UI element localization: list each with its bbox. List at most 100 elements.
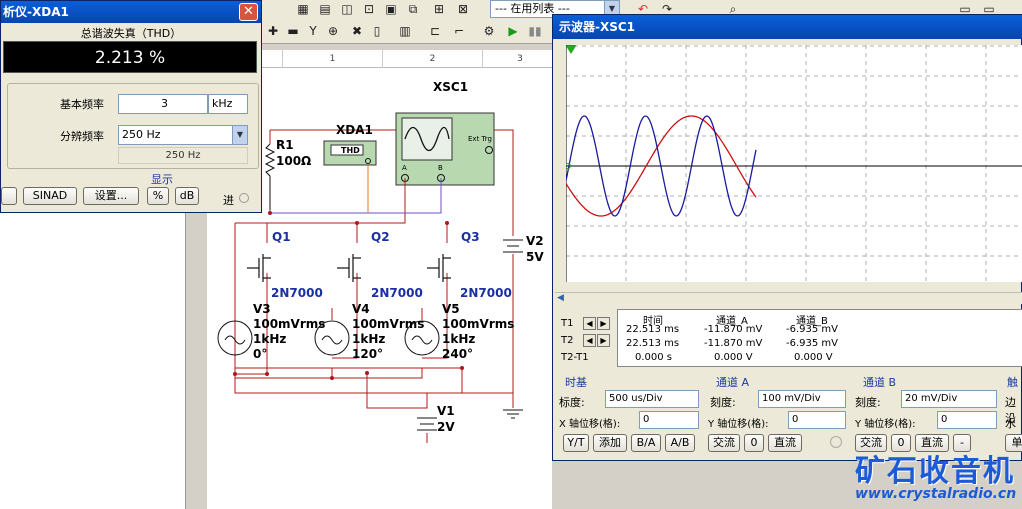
channel-b-scale-label: 刻度: — [855, 396, 881, 409]
ext-trg-label: Ext Trg — [468, 135, 492, 143]
channel-b-group: 通道 B 刻度: 20 mV/Div Y 轴位移(格): 0 交流 0 直流 - — [853, 374, 1001, 454]
mixed-icon[interactable]: ✖ — [348, 22, 366, 40]
book-icon[interactable]: ▣ — [382, 0, 400, 18]
channel-a-group: 通道 A 刻度: 100 mV/Div Y 轴位移(格): 0 交流 0 直流 — [706, 374, 848, 454]
scroll-left-icon[interactable]: ◀ — [557, 293, 564, 303]
v3-freq: 1kHz — [253, 332, 287, 346]
q3-label: Q3 — [461, 230, 480, 244]
channel-a-ypos-input[interactable]: 0 — [788, 411, 846, 429]
db-button[interactable]: dB — [175, 187, 199, 205]
close-icon[interactable]: ✕ — [239, 3, 258, 21]
v5-vrms: 100mVrms — [442, 317, 515, 331]
chart-icon[interactable]: ⊡ — [360, 0, 378, 18]
t1-time: 22.513 ms — [626, 324, 680, 335]
channel-a-scale-label: 刻度: — [710, 396, 736, 409]
meter-icon[interactable]: ▬ — [284, 22, 302, 40]
watermark-logo: 矿石收音机 — [855, 454, 1015, 489]
display-group-label: 显示 — [151, 173, 173, 186]
connector-icon[interactable]: ⌐ — [450, 22, 468, 40]
diode-icon[interactable]: ▯ — [368, 22, 386, 40]
pause-icon[interactable]: ▮▮ — [526, 22, 544, 40]
v1-label: V1 — [437, 404, 455, 418]
ch-a-label: A — [402, 164, 407, 172]
channel-a-terminal-icon[interactable] — [830, 436, 842, 448]
channel-b-ypos-input[interactable]: 0 — [937, 411, 997, 429]
print-icon[interactable]: ▥ — [396, 22, 414, 40]
fundamental-input[interactable]: 3 — [118, 94, 208, 114]
ch-b-label: B — [438, 164, 443, 172]
channel-a-scale-input[interactable]: 100 mV/Div — [758, 390, 846, 408]
ba-button[interactable]: B/A — [631, 434, 661, 452]
resistor-r1[interactable] — [264, 143, 276, 210]
resolution-readout: 250 Hz — [118, 147, 248, 164]
gear-icon[interactable]: ⚙ — [480, 22, 498, 40]
v4-vrms: 100mVrms — [352, 317, 425, 331]
chevron-down-icon[interactable]: ▼ — [232, 126, 247, 144]
thd-header: 总谐波失真（THD） — [80, 27, 182, 40]
sinad-button[interactable]: SINAD — [23, 187, 77, 205]
channel-a-ypos-label: Y 轴位移(格): — [708, 419, 769, 430]
percent-button[interactable]: % — [147, 187, 169, 205]
t1-right-arrow-icon[interactable]: ▶ — [597, 317, 610, 330]
channel-b-scale-input[interactable]: 20 mV/Div — [901, 390, 997, 408]
q2-label: Q2 — [371, 230, 390, 244]
watermark-url: www.crystalradio.cn — [855, 486, 1017, 502]
t2-right-arrow-icon[interactable]: ▶ — [597, 334, 610, 347]
t1-label: T1 — [561, 318, 574, 329]
grid-icon[interactable]: ▦ — [294, 0, 312, 18]
tree-icon[interactable]: ⊞ — [430, 0, 448, 18]
source-icon[interactable]: ⊕ — [324, 22, 342, 40]
t2-ch-a: -11.870 mV — [704, 338, 763, 349]
t2-t1-time: 0.000 s — [635, 352, 673, 363]
t2-label: T2 — [561, 335, 574, 346]
timebase-title: 时基 — [563, 374, 589, 390]
t1-left-arrow-icon[interactable]: ◀ — [583, 317, 596, 330]
v5-phase: 240° — [442, 347, 474, 361]
r1-label: R1 — [276, 138, 294, 152]
v2-label: V2 — [526, 234, 544, 248]
channel-a-zero-button[interactable]: 0 — [744, 434, 764, 452]
resolution-value: 250 Hz — [122, 128, 161, 141]
place-icon[interactable]: ✚ — [264, 22, 282, 40]
timebase-group: 时基 标度: 500 us/Div X 轴位移(格): 0 Y/T 添加 B/A… — [555, 374, 703, 454]
copy-icon[interactable]: ⧉ — [404, 0, 422, 18]
timebase-scale-input[interactable]: 500 us/Div — [605, 390, 699, 408]
v3-vrms: 100mVrms — [253, 317, 326, 331]
ab-button[interactable]: A/B — [665, 434, 695, 452]
x-position-input[interactable]: 0 — [639, 411, 699, 429]
probe-icon[interactable]: Y — [304, 22, 322, 40]
run-icon[interactable]: ▶ — [504, 22, 522, 40]
v4-phase: 120° — [352, 347, 384, 361]
settings-button[interactable]: 设置... — [83, 187, 139, 205]
channel-a-dc-button[interactable]: 直流 — [768, 434, 802, 452]
add-button[interactable]: 添加 — [593, 434, 627, 452]
xda1-label: XDA1 — [336, 123, 373, 137]
t2-t1-ch-a: 0.000 V — [714, 352, 753, 363]
window-title: 析仪-XDA1 — [3, 5, 69, 19]
oscilloscope-screen[interactable] — [565, 45, 1022, 282]
distortion-analyzer-title-bar[interactable]: 析仪-XDA1 ✕ — [1, 1, 261, 23]
graph-icon[interactable]: ◫ — [338, 0, 356, 18]
oscilloscope-window: 示波器-XSC1 ◀ ◀ ▶ ◀ ▶ T1 T2 T2-T1 时间 通道_A 通… — [552, 14, 1022, 461]
resolution-select[interactable]: 250 Hz ▼ — [118, 125, 248, 145]
xsc1-label: XSC1 — [433, 80, 469, 94]
oscilloscope-title-bar[interactable]: 示波器-XSC1 — [553, 15, 1022, 39]
horizontal-scrollbar[interactable]: ◀ — [555, 292, 1022, 304]
pane-divider[interactable] — [185, 210, 207, 509]
v1-value: 2V — [437, 420, 455, 434]
input-terminal-icon[interactable] — [239, 193, 249, 203]
r1-value: 100Ω — [276, 154, 312, 168]
fundamental-unit[interactable]: kHz — [208, 94, 248, 114]
channel-a-ac-button[interactable]: 交流 — [708, 434, 740, 452]
q3-model: 2N7000 — [460, 286, 512, 300]
q1-label: Q1 — [272, 230, 291, 244]
q2-model: 2N7000 — [371, 286, 423, 300]
table-icon[interactable]: ▤ — [316, 0, 334, 18]
component-icon[interactable]: ⊠ — [454, 0, 472, 18]
schematic-ruler: 1 2 3 — [262, 50, 557, 68]
yt-button[interactable]: Y/T — [563, 434, 589, 452]
bus-icon[interactable]: ⊏ — [426, 22, 444, 40]
thd-mode-button[interactable] — [1, 187, 17, 205]
t1-ch-a: -11.870 mV — [704, 324, 763, 335]
t2-left-arrow-icon[interactable]: ◀ — [583, 334, 596, 347]
